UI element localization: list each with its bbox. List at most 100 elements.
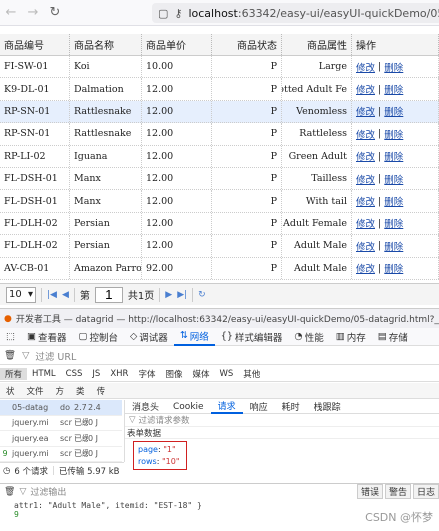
table-row[interactable]: FL-DSH-01 Manx 12.00 P Tailless 修改 | 删除 <box>0 167 439 191</box>
edit-link[interactable]: 修改 <box>356 216 375 230</box>
filter-other[interactable]: 其他 <box>238 368 265 380</box>
tab-style-editor[interactable]: {} 样式编辑器 <box>215 328 289 346</box>
permissions-icon[interactable]: ⚷ <box>174 7 182 20</box>
delete-link[interactable]: 删除 <box>384 261 403 275</box>
detail-tab-response[interactable]: 响应 <box>243 400 275 414</box>
edit-link[interactable]: 修改 <box>356 261 375 275</box>
column-type[interactable]: 类 <box>70 385 91 397</box>
pick-element-icon[interactable]: ⬚ <box>0 328 21 346</box>
delete-link[interactable]: 删除 <box>384 194 403 208</box>
edit-link[interactable]: 修改 <box>356 60 375 74</box>
filter-images[interactable]: 图像 <box>160 368 187 380</box>
page-number-input[interactable] <box>94 286 123 303</box>
delete-link[interactable]: 删除 <box>384 60 403 74</box>
page-size-select[interactable]: 10 ▾ <box>6 286 36 303</box>
page-total: 共1页 <box>127 291 155 302</box>
column-transferred[interactable]: 传 <box>91 385 112 397</box>
column-file[interactable]: 文件 <box>21 385 50 397</box>
url-bar[interactable]: ▢ ⚷ localhost:63342/easy-ui/easyUI-quick… <box>152 3 439 23</box>
reload-icon[interactable]: ↻ <box>44 5 66 20</box>
tab-network[interactable]: ⇅ 网络 <box>173 328 215 346</box>
column-header[interactable]: 商品属性 <box>282 34 352 55</box>
delete-link[interactable]: 删除 <box>384 216 403 230</box>
table-row[interactable]: FL-DLH-02 Persian 12.00 P Adult Male 修改 | 删除 <box>0 235 439 258</box>
edit-link[interactable]: 修改 <box>356 239 375 253</box>
delete-link[interactable]: 删除 <box>384 127 403 141</box>
detail-tab-headers[interactable]: 消息头 <box>125 400 166 414</box>
arrow-left-icon[interactable]: ← <box>0 5 22 20</box>
trash-icon[interactable]: 🗑 <box>4 350 16 361</box>
delete-link[interactable]: 删除 <box>384 239 403 253</box>
table-row[interactable]: RP-LI-02 Iguana 12.00 P Green Adult 修改 | 删除 <box>0 145 439 168</box>
cell-name: Persian <box>70 212 142 235</box>
detail-tab-cookie[interactable]: Cookie <box>166 400 211 414</box>
console-filter-input[interactable]: 过滤输出 <box>30 485 66 498</box>
cell-name: Manx <box>70 167 142 190</box>
trash-icon[interactable]: 🗑 <box>4 487 15 497</box>
column-header[interactable]: 商品编号 <box>0 34 70 55</box>
edit-link[interactable]: 修改 <box>356 104 375 118</box>
cell-attr: Adult Male <box>282 235 352 257</box>
errors-button[interactable]: 错误 <box>356 484 383 499</box>
action-separator: | <box>378 217 382 229</box>
request-row[interactable]: jquery.ea scr 已缓 0 J <box>0 431 122 447</box>
column-status[interactable]: 状 <box>0 385 21 397</box>
filter-url-input[interactable]: 过滤 URL <box>35 349 76 363</box>
tab-inspector[interactable]: ▣ 查看器 <box>21 328 73 346</box>
filter-html[interactable]: HTML <box>27 369 61 379</box>
filter-css[interactable]: CSS <box>61 369 88 379</box>
next-page-icon[interactable]: ▶ <box>165 290 172 300</box>
tab-console[interactable]: ▢ 控制台 <box>72 328 124 346</box>
table-row[interactable]: RP-SN-01 Rattlesnake 12.00 P Rattleless 修改 | … <box>0 123 439 146</box>
edit-link[interactable]: 修改 <box>356 194 375 208</box>
filter-js[interactable]: JS <box>87 369 105 379</box>
detail-tab-stack[interactable]: 栈跟踪 <box>307 400 348 414</box>
column-header[interactable]: 商品单价 <box>142 34 212 55</box>
detail-tab-params[interactable]: 请求 <box>210 400 243 414</box>
delete-link[interactable]: 删除 <box>384 104 403 118</box>
request-method: scr <box>60 433 72 443</box>
tab-storage[interactable]: ▤ 存储 <box>372 328 414 346</box>
delete-link[interactable]: 删除 <box>384 149 403 163</box>
filter-fonts[interactable]: 字体 <box>133 368 160 380</box>
logs-button[interactable]: 日志 <box>412 484 439 499</box>
column-method[interactable]: 方 <box>50 385 71 397</box>
first-page-icon[interactable]: |◀ <box>47 290 57 300</box>
column-header[interactable]: 商品名称 <box>70 34 142 55</box>
table-row[interactable]: K9-DL-01Dalmation12.00PSpotted Adult Fe修… <box>0 78 439 101</box>
filter-ws[interactable]: WS <box>214 369 238 379</box>
filter-media[interactable]: 媒体 <box>187 368 214 380</box>
table-row[interactable]: FL-DLH-02 Persian 12.00 P Adult Female 修改 | 删… <box>0 212 439 236</box>
tab-memory[interactable]: ▥ 内存 <box>330 328 372 346</box>
edit-link[interactable]: 修改 <box>356 127 375 141</box>
column-header[interactable]: 商品状态 <box>212 34 282 55</box>
request-type: 2.7 <box>74 402 87 412</box>
table-row[interactable]: AV-CB-01 Amazon Parrot 92.00 P Adult Male 修改 … <box>0 257 439 280</box>
form-data-section[interactable]: 表单数据 <box>125 427 439 439</box>
column-header[interactable]: 操作 <box>352 34 439 55</box>
filter-icon: ▽ <box>129 415 136 425</box>
request-row[interactable]: jquery.mi scr 已缓 0 J <box>0 416 122 431</box>
edit-link[interactable]: 修改 <box>356 149 375 163</box>
request-row[interactable]: 05-datag do 2.7 2.4 <box>0 400 122 416</box>
params-filter[interactable]: ▽ 过滤请求参数 <box>125 414 439 427</box>
page-label: 第 <box>79 291 90 302</box>
filter-xhr[interactable]: XHR <box>105 369 133 379</box>
prev-page-icon[interactable]: ◀ <box>62 290 69 300</box>
delete-link[interactable]: 删除 <box>384 172 403 186</box>
edit-link[interactable]: 修改 <box>356 82 375 96</box>
table-row[interactable]: FL-DSH-01 Manx 12.00 P With tail 修改 | 删除 <box>0 190 439 213</box>
filter-all[interactable]: 所有 <box>0 367 28 380</box>
edit-link[interactable]: 修改 <box>356 172 375 186</box>
table-row[interactable]: RP-SN-01 Rattlesnake 12.00 P Venomless 修改 | 删… <box>0 100 439 124</box>
refresh-icon[interactable]: ↻ <box>198 290 206 300</box>
request-row[interactable]: 9 jquery.mi scr 已缓 0 J <box>0 447 122 462</box>
tab-debugger[interactable]: ◇ 调试器 <box>124 328 174 346</box>
arrow-right-icon[interactable]: → <box>22 5 44 20</box>
detail-tab-timings[interactable]: 耗时 <box>275 400 307 414</box>
table-row[interactable]: FI-SW-01 Koi 10.00 P Large 修改 | 删除 <box>0 56 439 79</box>
tab-performance[interactable]: ◔ 性能 <box>288 328 329 346</box>
warnings-button[interactable]: 警告 <box>384 484 411 499</box>
delete-link[interactable]: 删除 <box>384 82 403 96</box>
last-page-icon[interactable]: ▶| <box>177 290 187 300</box>
